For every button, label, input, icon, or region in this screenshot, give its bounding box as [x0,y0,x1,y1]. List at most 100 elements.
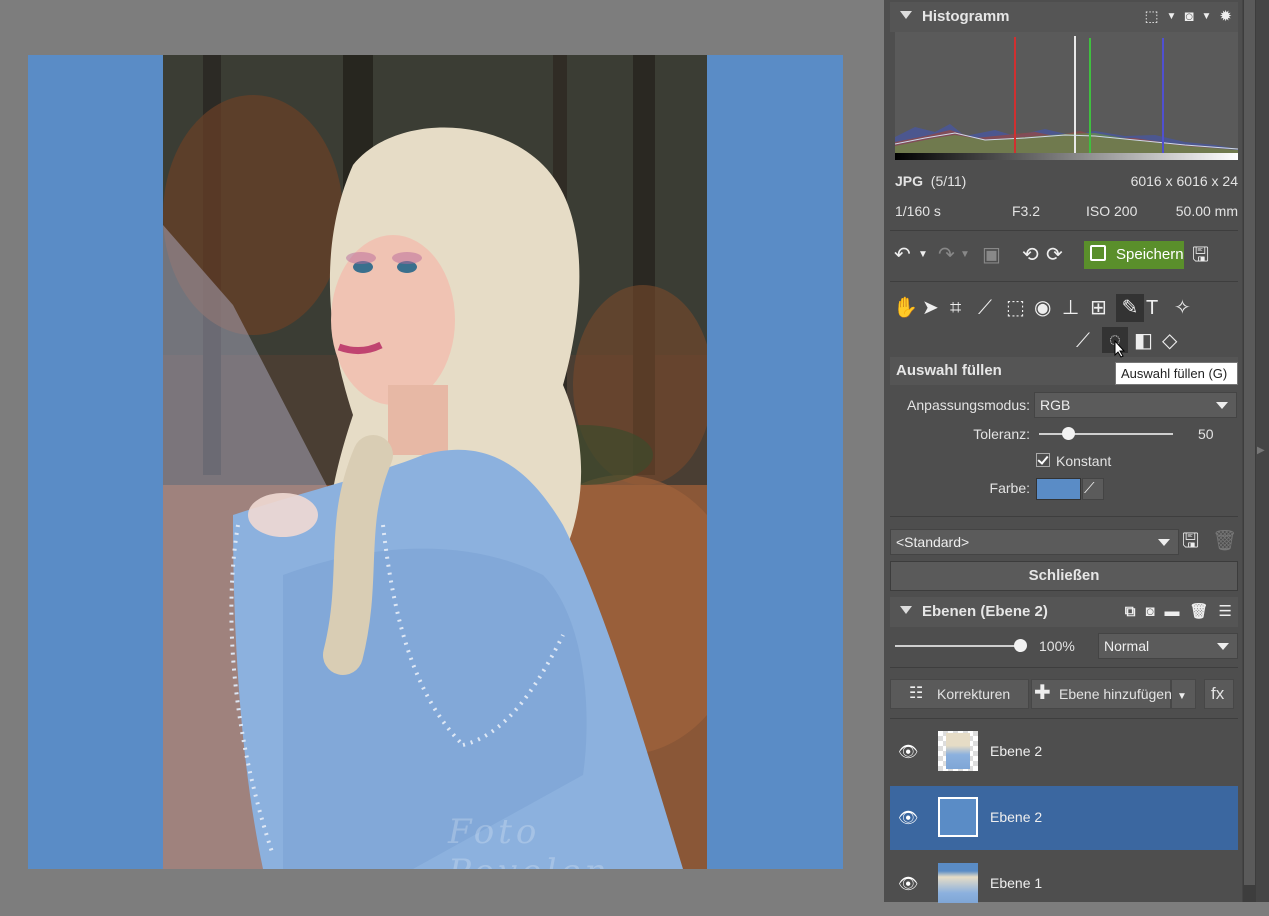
hand-tool-icon[interactable]: ✋ [893,298,918,318]
panel-content: Histogramm ⬚ ▼ ◙ ▼ ✹ JPG (5/11) 6016 x 6… [884,0,1242,903]
aperture: F3.2 [1012,203,1041,219]
watermark: Foto Povolen [448,812,607,869]
image-icon[interactable]: ▣ [982,245,1001,265]
chevron-down-icon [1217,643,1229,650]
add-layer-button[interactable]: ✚ Ebene hinzufügen [1031,679,1172,709]
divider [890,230,1238,231]
save-button[interactable]: Speichern [1084,241,1184,269]
fx-button[interactable]: fx [1204,679,1234,709]
clone-stamp-icon[interactable]: ⊥ [1062,298,1079,318]
layer-name: Ebene 1 [990,875,1043,891]
fill-tool-icon[interactable]: ✎ [1116,294,1144,322]
brightness-icon[interactable]: ✹ [1219,7,1232,25]
eraser-icon[interactable]: ◇ [1162,331,1177,351]
layer-mask-icon[interactable]: ◙ [1145,603,1154,620]
close-button[interactable]: Schließen [890,561,1238,591]
chevron-down-icon[interactable]: ▼ [918,245,928,265]
tolerance-slider-track[interactable] [1039,433,1173,435]
histogram-gradient [895,153,1238,160]
collapse-triangle-icon[interactable] [900,11,912,19]
layer-thumbnail [938,731,978,771]
blend-mode-dropdown[interactable]: Normal [1098,633,1238,659]
save-as-icon[interactable]: 🖫 [1192,245,1209,265]
duplicate-layer-icon[interactable]: ⧉ [1125,603,1136,620]
histogram-graph [894,32,1239,160]
eye-icon[interactable]: 👁 [898,808,918,828]
chevron-down-icon [1158,539,1170,546]
redo-icon[interactable]: ↷ [938,245,955,265]
add-layer-label: Ebene hinzufügen [1059,686,1172,702]
scrollbar-thumb[interactable] [1244,0,1255,885]
selection-tool-icon[interactable]: ⬚ [1006,298,1025,318]
collapse-triangle-icon[interactable] [900,606,912,614]
adjustments-icon: ☷ [909,685,924,702]
eye-icon[interactable]: 👁 [898,874,918,894]
text-tool-icon[interactable]: T [1146,298,1158,318]
pipette-icon: ⟋ [1084,480,1095,497]
image-canvas[interactable]: Foto Povolen [28,55,843,869]
fx-label: fx [1211,684,1225,703]
grid-tool-icon[interactable]: ⊞ [1090,298,1107,318]
brush-icon[interactable]: ⟋ [1076,331,1090,351]
corrections-label: Korrekturen [937,686,1011,702]
save-label: Speichern [1116,246,1184,263]
divider [890,281,1238,282]
corrections-button[interactable]: ☷ Korrekturen [890,679,1029,709]
preset-dropdown[interactable]: <Standard> [890,529,1179,555]
photo: Foto Povolen [163,55,707,869]
undo-icon[interactable]: ↶ [894,245,911,265]
color-swatch[interactable] [1036,478,1081,500]
chevron-down-icon[interactable]: ▼ [1167,11,1177,22]
panel-scrollbar[interactable] [1243,0,1256,902]
tooltip: Auswahl füllen (G) [1115,362,1238,385]
file-type: JPG [895,173,924,189]
pipette-button[interactable]: ⟋ [1082,478,1104,500]
iso: ISO 200 [1086,203,1138,219]
layer-row[interactable]: 👁 Ebene 2 [890,720,1238,784]
eye-icon[interactable]: 👁 [898,742,918,762]
right-panel: Histogramm ⬚ ▼ ◙ ▼ ✹ JPG (5/11) 6016 x 6… [884,0,1269,903]
folder-icon[interactable]: ▬ [1165,603,1180,620]
rotate-left-icon[interactable]: ⟲ [1022,245,1039,265]
opacity-slider-track[interactable] [895,645,1020,647]
delete-layer-icon[interactable]: 🗑 [1190,602,1209,620]
mask-icon[interactable]: ◙ [1184,8,1193,25]
focal-length: 50.00 mm [1175,203,1238,219]
select-tool-icon[interactable]: ➤ [922,298,939,318]
panel-collapse-icon[interactable]: ▶ [1257,445,1267,457]
histogram-header[interactable]: Histogramm ⬚ ▼ ◙ ▼ ✹ [890,2,1238,32]
menu-icon[interactable]: ☰ [1219,602,1232,620]
photo-illustration [163,55,707,869]
file-index: (5/11) [930,173,967,189]
layer-thumbnail [938,863,978,903]
layer-row[interactable]: 👁 Ebene 1 [890,852,1238,916]
layer-name: Ebene 2 [990,743,1043,759]
tool-title: Auswahl füllen [896,362,1002,379]
gradient-icon[interactable]: ◧ [1134,331,1153,351]
opacity-slider-knob[interactable] [1014,639,1027,652]
save-preset-icon[interactable]: 🖫 [1182,531,1199,551]
layer-row-selected[interactable]: 👁 Ebene 2 [890,786,1238,850]
plus-icon: ✚ [1034,682,1051,704]
canvas-area[interactable]: Foto Povolen [0,0,884,902]
chevron-down-icon[interactable]: ▼ [960,245,970,265]
add-layer-dropdown[interactable]: ▼ [1171,679,1196,709]
rotate-right-icon[interactable]: ⟳ [1046,245,1063,265]
layer-thumbnail [938,797,978,837]
mode-dropdown[interactable]: RGB [1034,392,1237,418]
selection-mode-icon[interactable]: ⬚ [1144,7,1158,25]
delete-preset-icon[interactable]: 🗑 [1212,531,1237,551]
mode-value: RGB [1040,397,1071,413]
perspective-tool-icon[interactable]: ⟋ [978,298,992,318]
histogram-title: Histogramm [922,8,1010,25]
constant-checkbox[interactable] [1036,453,1050,467]
mouse-cursor-icon [1114,339,1126,361]
red-eye-tool-icon[interactable]: ◉ [1034,298,1051,318]
crop-tool-icon[interactable]: ⌗ [950,298,961,318]
chevron-down-icon[interactable]: ▼ [1202,11,1212,22]
effects-tool-icon[interactable]: ✧ [1174,298,1191,318]
layers-header[interactable]: Ebenen (Ebene 2) ⧉ ◙ ▬ 🗑 ☰ [890,597,1238,627]
image-dimensions: 6016 x 6016 x 24 [1130,173,1238,189]
tolerance-slider-knob[interactable] [1062,427,1076,440]
file-info: JPG (5/11) [895,173,966,189]
